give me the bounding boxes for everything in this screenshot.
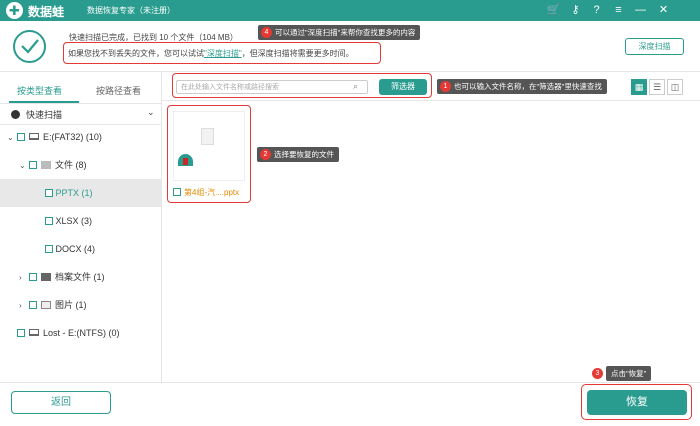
deep-scan-hint-prefix: 如果您找不到丢失的文件，您可以试试 [68, 49, 204, 58]
checkbox[interactable] [45, 217, 53, 225]
close-icon[interactable]: ✕ [656, 3, 671, 18]
callout-recover: 点击"恢复" [606, 366, 652, 381]
deep-scan-hint: 如果您找不到丢失的文件，您可以试试"深度扫描"，但深度扫描将需要更多时间。 [68, 48, 354, 59]
tree-item-lost-drive[interactable]: Lost - E:(NTFS) (0) [0, 319, 162, 347]
app-logo-icon: ✚ [6, 2, 23, 19]
scan-complete-icon [13, 30, 46, 63]
chevron-right-icon[interactable]: › [19, 264, 29, 292]
chevron-down-icon[interactable]: ⌄ [7, 124, 17, 152]
checkbox[interactable] [29, 161, 37, 169]
back-button[interactable]: 返回 [11, 391, 111, 414]
footer-divider [0, 382, 700, 383]
tree-item-label: DOCX (4) [55, 244, 96, 254]
callout-number: 1 [440, 81, 451, 92]
callout-text: 可以通过"深度扫描"来帮你查找更多的内容 [275, 28, 416, 37]
checkbox[interactable] [29, 301, 37, 309]
tree-item-label: 文件 (8) [55, 160, 87, 170]
document-icon [201, 128, 214, 145]
checkbox[interactable] [29, 273, 37, 281]
checkbox[interactable] [173, 188, 181, 196]
tree-item-xlsx[interactable]: XLSX (3) [0, 207, 162, 235]
search-input[interactable] [176, 80, 368, 94]
detail-view-icon[interactable]: ◫ [667, 79, 683, 95]
drive-icon [29, 329, 39, 336]
checkbox[interactable] [17, 329, 25, 337]
chevron-down-icon[interactable]: ⌄ [147, 107, 155, 118]
callout-text: 选择要恢复的文件 [274, 150, 334, 159]
deep-scan-button[interactable]: 深度扫描 [625, 38, 684, 55]
app-brand: 数据蛙 [28, 5, 65, 19]
menu-icon[interactable]: ≡ [611, 3, 626, 18]
tree-item-label: 档案文件 (1) [55, 272, 105, 282]
callout-number: 2 [260, 149, 271, 160]
checkbox[interactable] [45, 245, 53, 253]
chevron-right-icon[interactable]: › [19, 292, 29, 320]
tree-item-label: PPTX (1) [55, 188, 93, 198]
checkbox[interactable] [45, 189, 53, 197]
list-view-icon[interactable]: ☰ [649, 79, 665, 95]
tree-item-pptx[interactable]: PPTX (1) [0, 179, 161, 207]
recover-button[interactable]: 恢复 [587, 390, 687, 415]
deep-scan-link[interactable]: "深度扫描" [204, 49, 242, 58]
search-icon[interactable]: ⌕ [353, 81, 363, 91]
toolbar-divider [162, 100, 700, 101]
callout-number: 3 [592, 368, 603, 379]
document-folder-icon [41, 161, 51, 169]
checkbox[interactable] [17, 133, 25, 141]
callout-deep-scan: 4 可以通过"深度扫描"来帮你查找更多的内容 [258, 25, 421, 40]
tree-item-label: Lost - E:(NTFS) (0) [43, 328, 120, 338]
callout-number: 4 [261, 27, 272, 38]
tab-by-path[interactable]: 按路径查看 [96, 84, 141, 97]
title-bar: ✚ 数据蛙 数据恢复专家（未注册） 🛒 ⚷ ? ≡ — ✕ [0, 0, 700, 21]
archive-icon [41, 273, 51, 281]
app-subtitle: 数据恢复专家（未注册） [87, 6, 175, 15]
chevron-down-icon[interactable]: ⌄ [19, 152, 29, 180]
image-icon [41, 301, 51, 309]
file-item[interactable]: 第4组-汽....pptx [173, 187, 239, 198]
file-thumbnail[interactable] [173, 111, 245, 181]
tree-item-label: XLSX (3) [55, 216, 93, 226]
key-icon[interactable]: ⚷ [568, 3, 583, 18]
tree-item-drive-e[interactable]: ⌄ E:(FAT32) (10) [0, 123, 162, 151]
tab-by-type[interactable]: 按类型查看 [17, 84, 62, 97]
cart-icon[interactable]: 🛒 [546, 3, 561, 18]
sidebar-divider [0, 103, 162, 104]
scan-mode-label: 快速扫描 [26, 110, 63, 120]
callout-text: 也可以输入文件名称，在"筛选器"里快速查找 [454, 82, 602, 91]
scan-mode-selector[interactable]: 快速扫描 [11, 108, 62, 121]
filter-button[interactable]: 筛选器 [379, 79, 427, 95]
tree-item-label: E:(FAT32) (10) [43, 132, 102, 142]
callout-filter: 1 也可以输入文件名称，在"筛选器"里快速查找 [437, 79, 607, 94]
tree-item-documents[interactable]: ⌄ 文件 (8) [0, 151, 162, 179]
tree-item-docx[interactable]: DOCX (4) [0, 235, 162, 263]
tree-item-archives[interactable]: › 档案文件 (1) [0, 263, 162, 291]
tree-item-label: 图片 (1) [55, 300, 87, 310]
deep-scan-hint-suffix: ，但深度扫描将需要更多时间。 [241, 49, 354, 58]
drive-icon [29, 133, 39, 140]
scan-mode-icon [11, 110, 20, 119]
tree-item-images[interactable]: › 图片 (1) [0, 291, 162, 319]
file-name: 第4组-汽....pptx [184, 188, 240, 197]
grid-view-icon[interactable]: ▦ [631, 79, 647, 95]
pptx-badge-mark [183, 158, 188, 165]
help-icon[interactable]: ? [589, 3, 604, 18]
minimize-icon[interactable]: — [633, 3, 648, 18]
callout-select-file: 2 选择要恢复的文件 [257, 147, 339, 162]
